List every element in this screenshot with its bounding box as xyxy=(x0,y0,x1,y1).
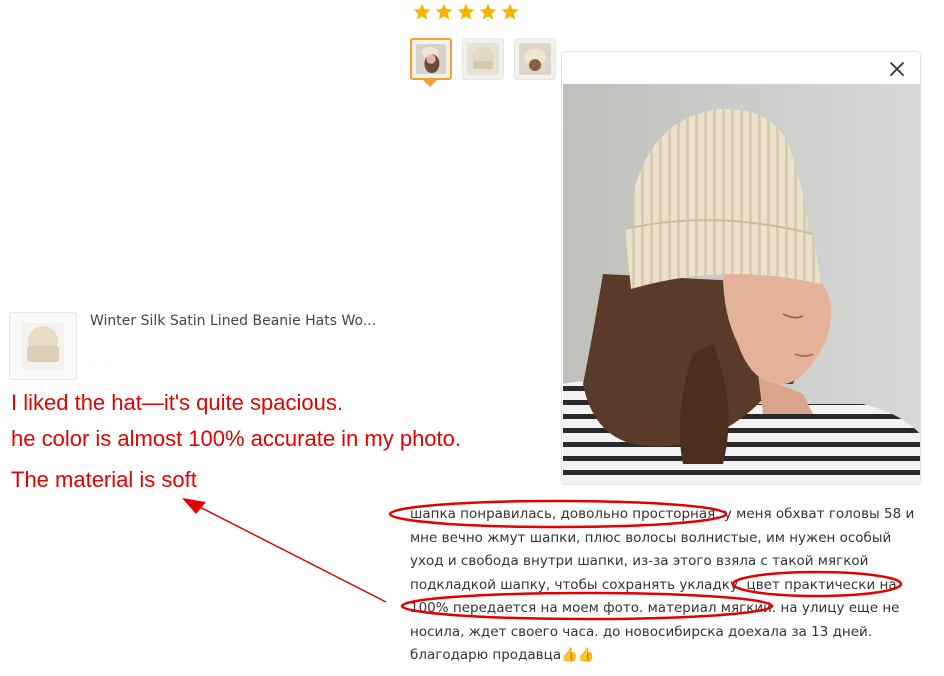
photo-thumbnail-image xyxy=(416,44,446,74)
star-rating xyxy=(412,2,520,22)
photo-preview-panel xyxy=(561,51,921,485)
beanie-product-image xyxy=(22,323,64,369)
thumb-photo-1[interactable] xyxy=(410,38,452,80)
annotation-spacious: I liked the hat—it's quite spacious. xyxy=(11,390,343,415)
star-icon xyxy=(479,3,497,20)
close-button[interactable] xyxy=(888,60,906,78)
review-line: мне вечно жмут шапки, плюс волосы волнис… xyxy=(410,529,892,546)
review-line: носила, ждет своего часа. до новосибирск… xyxy=(410,623,873,640)
star-icon xyxy=(501,3,519,20)
review-line: подкладкой шапку, чтобы сохранять укладк… xyxy=(410,576,897,593)
thumb-photo-3[interactable] xyxy=(514,38,556,80)
annotation-material: The material is soft xyxy=(11,467,197,492)
arrow-head-icon xyxy=(182,498,206,514)
product-meta: · · · xyxy=(92,362,107,372)
review-viewer: Winter Silk Satin Lined Beanie Hats Wo..… xyxy=(0,0,944,676)
star-icon xyxy=(435,3,453,20)
close-icon xyxy=(890,62,904,76)
active-thumbnail-caret xyxy=(423,80,437,87)
photo-thumbnail-image xyxy=(467,43,499,75)
review-text: шапка понравилась, довольно просторная. … xyxy=(410,503,925,668)
review-line: благодарю продавца👍👍 xyxy=(410,647,595,663)
thumb-photo-2[interactable] xyxy=(462,38,504,80)
woman-in-beanie-photo xyxy=(563,84,920,484)
photo-thumbnail-image xyxy=(519,43,551,75)
product-title[interactable]: Winter Silk Satin Lined Beanie Hats Wo..… xyxy=(90,313,376,329)
annotation-arrow xyxy=(185,499,387,603)
review-thumbnails xyxy=(410,38,556,80)
star-icon xyxy=(457,3,475,20)
review-line: уход и свобода внутри шапки, из-за этого… xyxy=(410,553,869,569)
star-icon xyxy=(413,3,431,20)
annotation-color: he color is almost 100% accurate in my p… xyxy=(11,426,462,451)
review-photo xyxy=(563,84,920,484)
review-line: 100% передается на моем фото. материал м… xyxy=(410,600,900,616)
review-line: шапка понравилась, довольно просторная. … xyxy=(410,506,915,522)
product-thumbnail[interactable] xyxy=(9,312,77,380)
